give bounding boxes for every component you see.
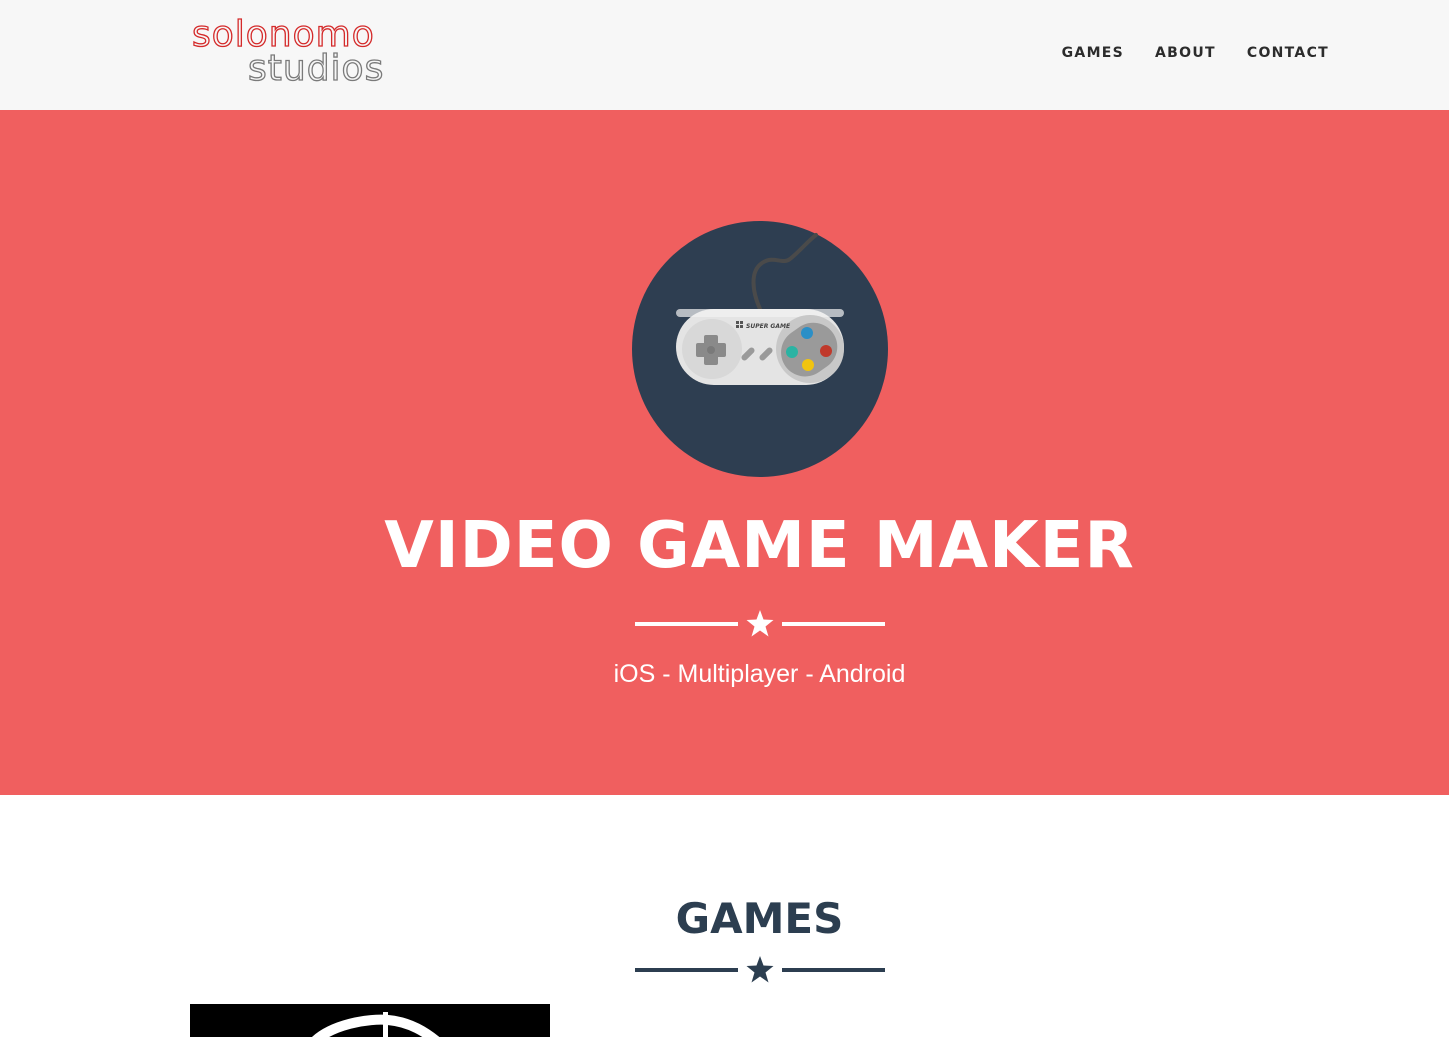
star-icon: [745, 955, 775, 985]
hero-title: VIDEO GAME MAKER: [384, 509, 1135, 583]
hero-divider: [635, 609, 885, 639]
logo[interactable]: solonomo studios: [192, 12, 392, 88]
controller-brand: SUPER GAME: [746, 323, 791, 330]
main-nav: GAMES ABOUT CONTACT: [1062, 45, 1329, 61]
hero-section: SUPER GAME VIDEO GAME MAKER iOS - Multip…: [0, 110, 1449, 795]
navbar: solonomo studios GAMES ABOUT CONTACT: [0, 0, 1449, 110]
star-icon: [745, 609, 775, 639]
games-section: GAMES: [0, 795, 1449, 1037]
nav-link-games[interactable]: GAMES: [1062, 45, 1124, 61]
game-card-thumbnail[interactable]: [190, 1004, 550, 1037]
games-title: GAMES: [675, 894, 844, 943]
game-controller-icon: SUPER GAME: [632, 221, 888, 477]
games-divider: [635, 955, 885, 985]
hero-subtitle: iOS - Multiplayer - Android: [613, 660, 906, 688]
nav-link-contact[interactable]: CONTACT: [1247, 45, 1329, 61]
nav-link-about[interactable]: ABOUT: [1155, 45, 1216, 61]
logo-line2: studios: [248, 48, 384, 88]
